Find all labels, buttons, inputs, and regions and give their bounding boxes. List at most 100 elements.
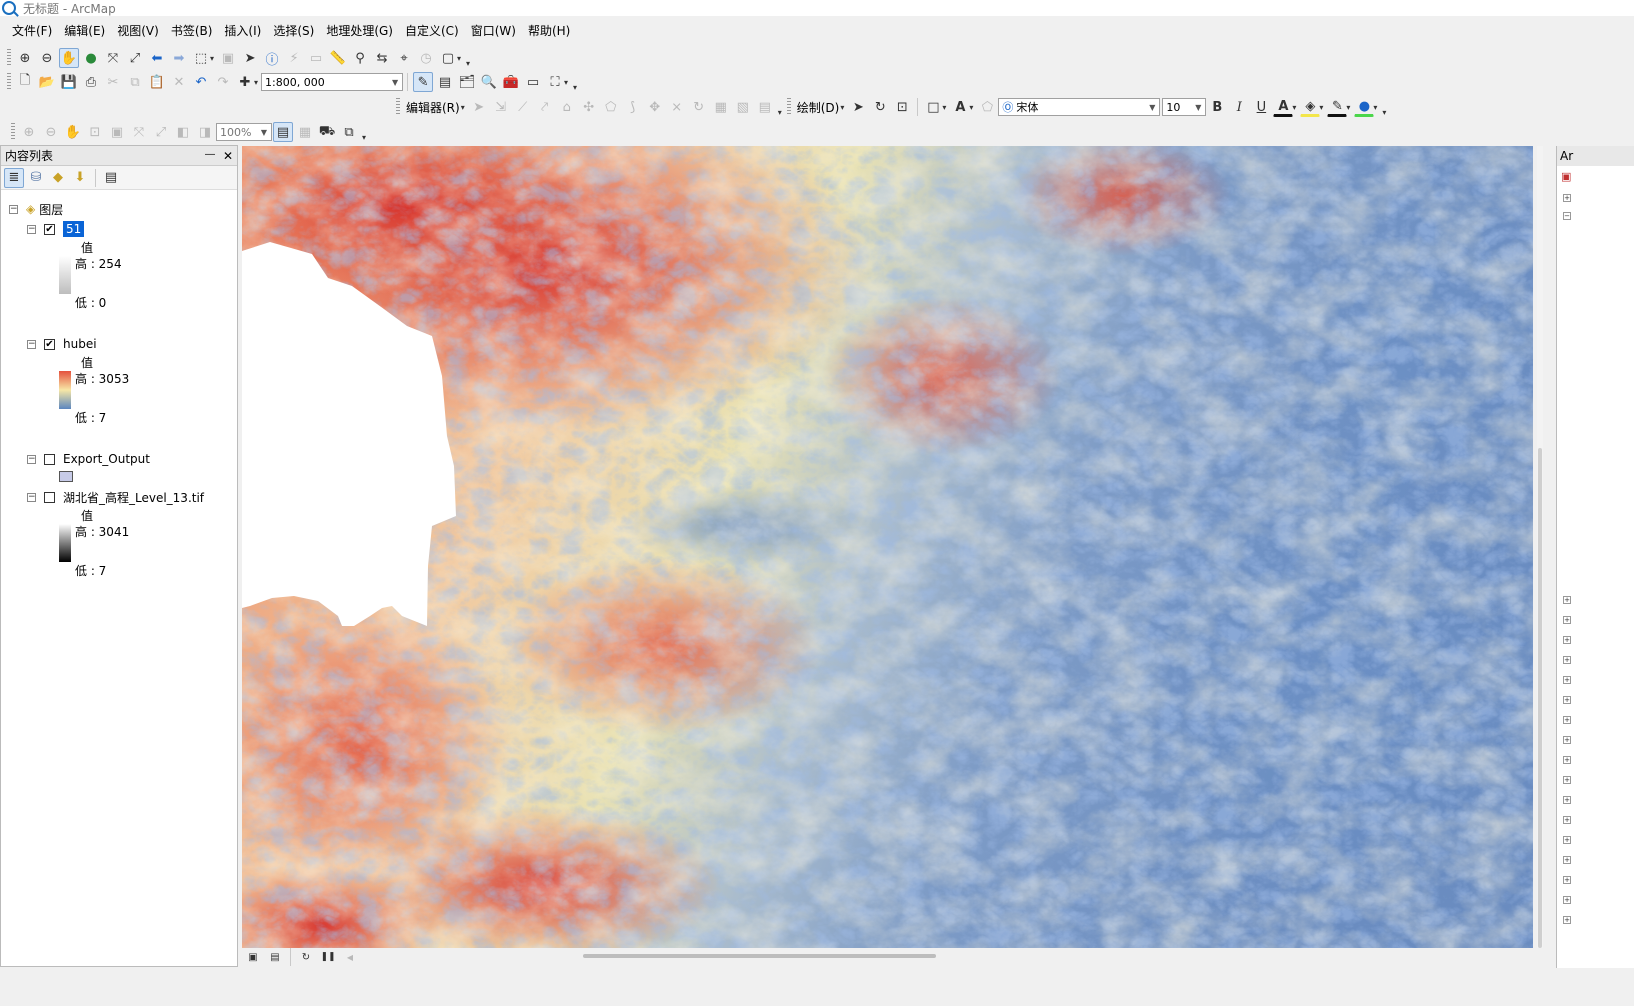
chevron-down-icon[interactable]: ▾ — [210, 54, 214, 63]
select-features-icon[interactable]: ⬚ — [191, 48, 211, 68]
expand-icon[interactable]: + — [1563, 736, 1571, 744]
back-arrow-icon[interactable]: ⬅ — [147, 48, 167, 68]
marker-color-icon[interactable]: ● — [1354, 97, 1375, 117]
menu-file[interactable]: 文件(F) — [6, 20, 58, 42]
map-horizontal-scroll-thumb[interactable] — [583, 954, 936, 958]
snapping-icon[interactable]: ✣ — [579, 97, 599, 117]
menu-selection[interactable]: 选择(S) — [267, 20, 320, 42]
find-binoculars-icon[interactable]: ⚲ — [350, 48, 370, 68]
pan-hand-icon[interactable]: ✋ — [59, 48, 79, 68]
time-slider-icon[interactable]: ◷ — [416, 48, 436, 68]
layout-fixed-zoom-in-icon[interactable]: ⤧ — [129, 122, 149, 142]
map-vertical-scroll-thumb[interactable] — [1538, 448, 1542, 948]
chevron-down-icon[interactable]: ▾ — [969, 103, 973, 112]
html-popup-icon[interactable]: ▭ — [306, 48, 326, 68]
zoom-in-icon[interactable]: ⊕ — [15, 48, 35, 68]
list-by-drawing-order-icon[interactable]: ≣ — [4, 167, 24, 188]
expand-icon[interactable]: + — [1563, 836, 1571, 844]
redo-icon[interactable]: ↷ — [213, 72, 233, 92]
layout-zoom-out-icon[interactable]: ⊖ — [41, 122, 61, 142]
chevron-down-icon[interactable]: ▾ — [840, 103, 844, 112]
toolbar-options-icon[interactable]: ▾ — [776, 97, 784, 117]
chevron-down-icon[interactable]: ▾ — [1292, 103, 1296, 112]
editor-menu-button[interactable]: 编辑器(R) — [403, 99, 463, 116]
select-elements-icon[interactable]: ➤ — [848, 97, 868, 117]
data-driven-pages-icon[interactable]: ⧉ — [339, 122, 359, 142]
expand-icon[interactable]: + — [1563, 756, 1571, 764]
trace-icon[interactable]: ⤤ — [535, 97, 555, 117]
cut-polygons-icon[interactable]: ✥ — [645, 97, 665, 117]
chevron-down-icon[interactable]: ▾ — [1346, 103, 1350, 112]
drawing-menu-button[interactable]: 绘制(D) — [794, 99, 843, 116]
underline-button[interactable]: U — [1251, 97, 1271, 117]
expand-icon[interactable]: + — [1563, 856, 1571, 864]
font-size-dropdown[interactable]: 10 ▼ — [1162, 98, 1207, 116]
delete-icon[interactable]: ✕ — [169, 72, 189, 92]
scroll-left-icon[interactable]: ◀ — [340, 947, 360, 967]
save-icon[interactable]: 💾 — [59, 72, 79, 92]
pause-drawing-icon[interactable]: ❚❚ — [318, 947, 338, 967]
chevron-down-icon[interactable]: ▾ — [457, 54, 461, 63]
root-layers-label[interactable]: 图层 — [39, 201, 63, 218]
rotate-icon[interactable]: ↻ — [689, 97, 709, 117]
layer-visibility-checkbox[interactable] — [44, 453, 55, 465]
zoom-to-selected-icon[interactable]: ⊡ — [892, 97, 912, 117]
zoom-whole-page-icon[interactable]: ⊡ — [85, 122, 105, 142]
map-display[interactable] — [242, 146, 1533, 948]
copy-icon[interactable]: ⧉ — [125, 72, 145, 92]
map-scale-dropdown[interactable]: 1:800, 000 ▼ — [261, 73, 404, 91]
chevron-down-icon[interactable]: ▾ — [254, 78, 258, 87]
straight-segment-icon[interactable]: ⟋ — [513, 97, 533, 117]
create-features-icon[interactable]: ▤ — [755, 97, 775, 117]
select-elements-icon[interactable]: ➤ — [240, 48, 260, 68]
expand-icon[interactable]: + — [1563, 676, 1571, 684]
change-layout-icon[interactable]: ⛟ — [317, 122, 337, 142]
toolbar-grip[interactable] — [7, 73, 11, 91]
construction-icon[interactable]: ⌂ — [557, 97, 577, 117]
expand-icon[interactable]: + — [1563, 816, 1571, 824]
undo-icon[interactable]: ↶ — [191, 72, 211, 92]
edit-vertices-draw-icon[interactable]: ⬠ — [977, 97, 997, 117]
chevron-down-icon[interactable]: ▾ — [461, 103, 465, 112]
polygon-symbol-patch[interactable] — [59, 471, 73, 482]
expand-icon[interactable]: + — [1563, 636, 1571, 644]
rectangle-icon[interactable]: □ — [923, 97, 943, 117]
collapse-icon[interactable]: − — [27, 492, 36, 502]
expand-icon[interactable]: + — [1563, 616, 1571, 624]
collapse-icon[interactable]: − — [27, 224, 36, 234]
edit-annotation-icon[interactable]: ⇲ — [491, 97, 511, 117]
rotate-element-icon[interactable]: ↻ — [870, 97, 890, 117]
grayscale-ramp[interactable] — [59, 256, 71, 294]
chevron-down-icon[interactable]: ▼ — [257, 124, 271, 140]
chevron-down-icon[interactable]: ▾ — [942, 103, 946, 112]
layer-name[interactable]: 湖北省_高程_Level_13.tif — [63, 489, 204, 506]
close-icon[interactable]: ✕ — [223, 149, 233, 163]
menu-geoprocessing[interactable]: 地理处理(G) — [320, 20, 399, 42]
elevation-color-ramp[interactable] — [59, 371, 71, 409]
toolbar-grip[interactable] — [7, 49, 11, 67]
layout-back-icon[interactable]: ◧ — [173, 122, 193, 142]
font-name-dropdown[interactable]: Ⓞ 宋体 ▼ — [998, 98, 1161, 116]
sketch-properties-icon[interactable]: ▧ — [733, 97, 753, 117]
chevron-down-icon[interactable]: ▼ — [1191, 99, 1205, 115]
layer-name[interactable]: Export_Output — [63, 452, 150, 466]
fixed-zoom-in-icon[interactable]: ⤧ — [103, 48, 123, 68]
forward-arrow-icon[interactable]: ➡ — [169, 48, 189, 68]
chevron-down-icon[interactable]: ▾ — [1319, 103, 1323, 112]
collapse-icon[interactable]: − — [27, 454, 36, 464]
table-of-contents-icon[interactable]: ▤ — [435, 72, 455, 92]
list-by-visibility-icon[interactable]: ◆ — [48, 168, 68, 188]
menu-windows[interactable]: 窗口(W) — [465, 20, 522, 42]
menu-customize[interactable]: 自定义(C) — [399, 20, 465, 42]
catalog-window-icon[interactable]: 🗂 — [457, 72, 477, 92]
add-data-icon[interactable]: ✚ — [235, 72, 255, 92]
layout-zoom-in-icon[interactable]: ⊕ — [19, 122, 39, 142]
go-to-xy-icon[interactable]: ⌖ — [394, 48, 414, 68]
viewer-window-icon[interactable]: ▢ — [438, 48, 458, 68]
toggle-draft-mode-icon[interactable]: ▤ — [273, 122, 293, 142]
pin-icon[interactable]: ― — [205, 149, 215, 163]
expand-icon[interactable]: + — [1563, 194, 1571, 202]
menu-help[interactable]: 帮助(H) — [522, 20, 576, 42]
open-folder-icon[interactable]: 📂 — [37, 72, 57, 92]
italic-button[interactable]: I — [1229, 97, 1249, 117]
